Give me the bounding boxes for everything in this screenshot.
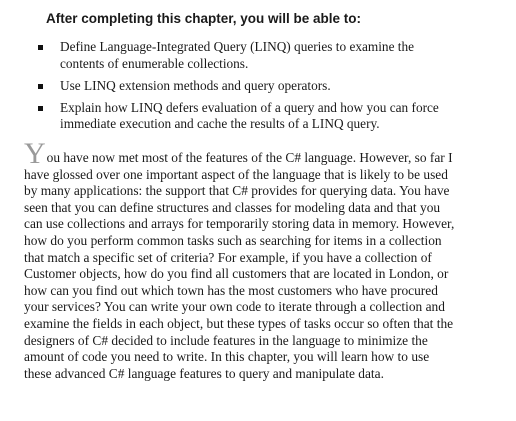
paragraph-line: examine the fields in each object, but t… bbox=[24, 315, 454, 331]
paragraph-line: your services? You can write your own co… bbox=[24, 299, 445, 315]
paragraph-line: that match a specific set of criteria? F… bbox=[24, 249, 432, 265]
paragraph-line: by many applications: the support that C… bbox=[24, 183, 450, 199]
paragraph-first-line: You have now met most of the features of… bbox=[24, 139, 490, 169]
objective-text-line: Use LINQ extension methods and query ope… bbox=[60, 77, 331, 93]
paragraph-line: how do you perform common tasks such as … bbox=[24, 232, 442, 248]
objective-text-line: Explain how LINQ defers evaluation of a … bbox=[60, 99, 439, 115]
objective-item: Define Language-Integrated Query (LINQ) … bbox=[38, 39, 478, 72]
paragraph-line: can use collections and arrays for tempo… bbox=[24, 216, 455, 232]
paragraph-line: Customer objects, how do you find all cu… bbox=[24, 266, 449, 282]
square-bullet-icon bbox=[38, 83, 43, 89]
first-line-text: ou have now met most of the features of … bbox=[46, 150, 453, 165]
drop-cap: Y bbox=[24, 137, 46, 170]
objective-text-line: contents of enumerable collections. bbox=[60, 55, 249, 71]
objective-item: Use LINQ extension methods and query ope… bbox=[38, 78, 478, 95]
objectives-list: Define Language-Integrated Query (LINQ) … bbox=[38, 39, 478, 138]
intro-paragraph: You have now met most of the features of… bbox=[24, 139, 490, 382]
objective-text-line: immediate execution and cache the result… bbox=[60, 116, 380, 131]
paragraph-line: these advanced C# language features to q… bbox=[24, 365, 384, 381]
paragraph-line: amount of code you need to write. In thi… bbox=[24, 349, 430, 365]
paragraph-line: seen that you can define structures and … bbox=[24, 199, 441, 215]
square-bullet-icon bbox=[38, 105, 43, 111]
objectives-heading: After completing this chapter, you will … bbox=[46, 11, 362, 26]
objective-text-line: Define Language-Integrated Query (LINQ) … bbox=[60, 39, 415, 54]
paragraph-line: designers of C# decided to include featu… bbox=[24, 332, 428, 348]
objective-item: Explain how LINQ defers evaluation of a … bbox=[38, 100, 478, 133]
square-bullet-icon bbox=[38, 45, 43, 50]
paragraph-line: how can you find out which town has the … bbox=[24, 282, 438, 298]
paragraph-line: have glossed over one important aspect o… bbox=[24, 166, 448, 182]
